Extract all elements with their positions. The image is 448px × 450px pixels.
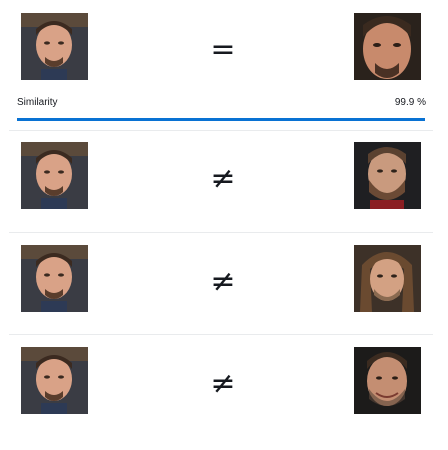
target-face-image [354, 13, 421, 80]
similarity-progress-bar [17, 118, 425, 121]
not-equal-icon: ≠ [210, 366, 236, 401]
not-equal-icon: ≠ [210, 161, 236, 196]
row-divider [9, 232, 433, 233]
source-face-image [21, 245, 88, 312]
target-face-image [354, 347, 421, 414]
source-face-image [21, 142, 88, 209]
similarity-label: Similarity [17, 97, 58, 108]
similarity-progress-fill [17, 118, 425, 121]
source-face-image [21, 347, 88, 414]
face-comparison-results: = Similarity 99.9 % ≠ ≠ ≠ [0, 0, 448, 450]
row-divider [9, 334, 433, 335]
source-face-image [21, 13, 88, 80]
similarity-value: 99.9 % [394, 97, 426, 108]
match-equals-icon: = [210, 32, 236, 67]
not-equal-icon: ≠ [210, 264, 236, 299]
target-face-image [354, 142, 421, 209]
target-face-image [354, 245, 421, 312]
row-divider [9, 130, 433, 131]
